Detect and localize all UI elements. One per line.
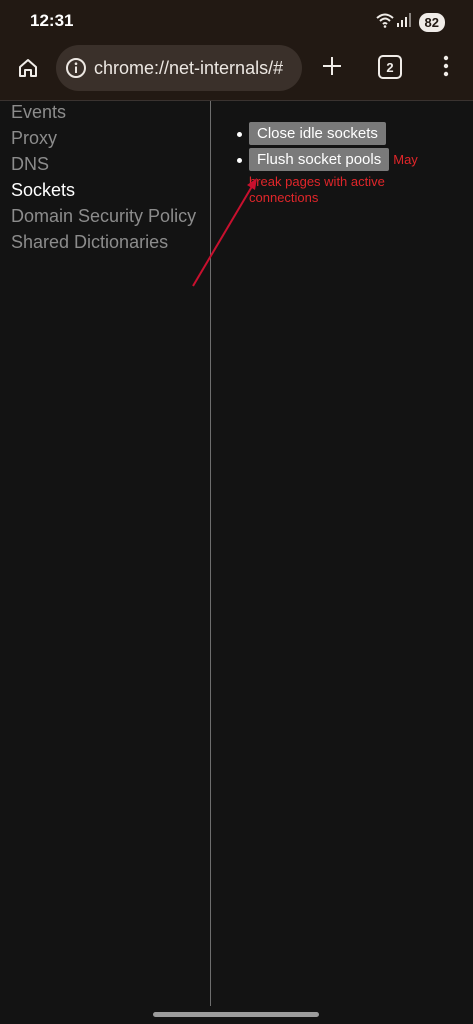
new-tab-button[interactable] — [318, 54, 346, 82]
status-time: 12:31 — [30, 11, 74, 30]
more-menu-button[interactable] — [434, 54, 458, 82]
info-icon[interactable] — [64, 56, 88, 80]
home-icon — [17, 57, 39, 84]
sidebar-nav: Events Proxy DNS Sockets Domain Security… — [0, 101, 211, 1006]
bullet — [237, 158, 242, 163]
wifi-icon — [375, 12, 394, 33]
nav-item-dns[interactable]: DNS — [11, 151, 210, 177]
home-button[interactable] — [14, 56, 42, 84]
status-icons: 82 — [375, 12, 445, 33]
flush-socket-pools-button[interactable]: Flush socket pools — [249, 148, 390, 171]
list-item: Close idle sockets — [237, 122, 449, 145]
battery-icon: 82 — [418, 13, 445, 32]
sockets-panel: Close idle sockets Flush socket pools May… — [211, 101, 473, 1006]
nav-item-sockets[interactable]: Sockets — [11, 177, 210, 203]
plus-icon — [321, 55, 343, 82]
page-content: Events Proxy DNS Sockets Domain Security… — [0, 101, 473, 1024]
nav-item-shared-dictionaries[interactable]: Shared Dictionaries — [11, 229, 210, 255]
bullet — [237, 132, 242, 137]
url-text[interactable]: chrome://net-internals/# — [94, 58, 283, 79]
nav-item-domain-security-policy[interactable]: Domain Security Policy — [11, 203, 210, 229]
more-vert-icon — [443, 55, 449, 82]
sockets-actions-list: Close idle sockets Flush socket pools May… — [237, 122, 449, 209]
close-idle-sockets-button[interactable]: Close idle sockets — [249, 122, 386, 145]
home-indicator[interactable] — [153, 1012, 319, 1017]
tab-switcher-button[interactable]: 2 — [378, 55, 402, 79]
nav-list: Events Proxy DNS Sockets Domain Security… — [0, 99, 210, 255]
screen: 12:31 82 chrome://net-internals/# 2 Even… — [0, 0, 473, 1024]
flush-warning-text-continued: break pages with active connections — [249, 174, 385, 205]
nav-item-proxy[interactable]: Proxy — [11, 125, 210, 151]
address-bar[interactable]: chrome://net-internals/# — [56, 45, 302, 91]
nav-item-events[interactable]: Events — [11, 99, 210, 125]
signal-icon — [396, 13, 411, 32]
status-bar: 12:31 82 — [0, 0, 473, 44]
list-item: Flush socket pools May break pages with a… — [237, 148, 449, 206]
browser-toolbar: chrome://net-internals/# 2 — [0, 44, 473, 101]
flush-warning-text: May — [393, 152, 418, 167]
